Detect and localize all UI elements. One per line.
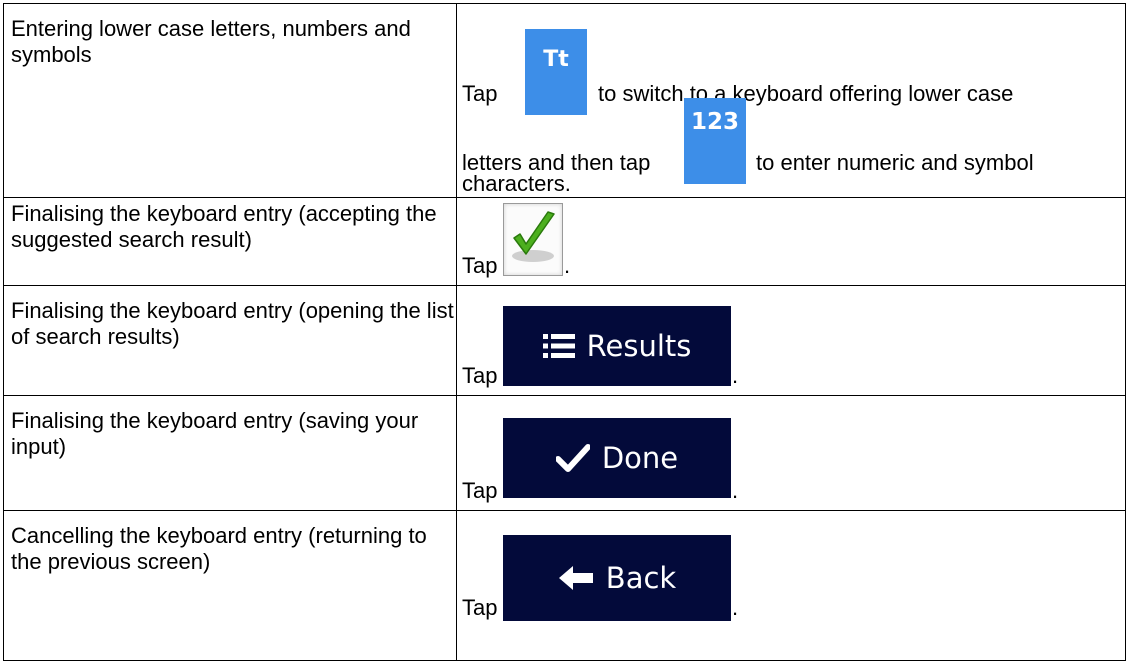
tap-text: Tap <box>462 478 498 503</box>
back-button: Back <box>503 535 731 621</box>
action-cell: Tap Done . <box>456 395 1126 511</box>
task-text: Entering lower case letters, numbers and… <box>11 16 411 67</box>
done-button: Done <box>503 418 731 498</box>
action-cell: Tap Results . <box>456 285 1126 396</box>
period-text: . <box>732 478 739 503</box>
task-text: Cancelling the keyboard entry (returning… <box>11 523 427 574</box>
tap-text: Tap <box>462 253 498 278</box>
done-label: Done <box>601 441 679 475</box>
results-button: Results <box>503 306 731 386</box>
action-cell: Tap Back . <box>456 510 1126 661</box>
check-icon <box>555 444 590 472</box>
case-key-label: Tt <box>543 47 569 72</box>
task-cell: Finalising the keyboard entry (accepting… <box>3 197 457 286</box>
task-cell: Cancelling the keyboard entry (returning… <box>3 510 457 661</box>
accept-key <box>503 203 563 276</box>
task-text: Finalising the keyboard entry (opening t… <box>11 298 454 349</box>
task-cell: Entering lower case letters, numbers and… <box>3 3 457 198</box>
instructions-table: Entering lower case letters, numbers and… <box>3 3 1126 661</box>
numeric-key-label: 123 <box>690 109 739 135</box>
action-cell: Tap . <box>456 197 1126 286</box>
arrow-left-icon <box>558 566 593 590</box>
checkmark-icon <box>512 211 555 262</box>
table-row: Entering lower case letters, numbers and… <box>3 3 1126 198</box>
task-text: Finalising the keyboard entry (accepting… <box>11 201 437 252</box>
table-row: Cancelling the keyboard entry (returning… <box>3 510 1126 661</box>
tap-text: Tap <box>462 363 498 388</box>
period-text: . <box>732 595 739 620</box>
table-row: Finalising the keyboard entry (accepting… <box>3 197 1126 286</box>
task-cell: Finalising the keyboard entry (opening t… <box>3 285 457 396</box>
action-text: characters. <box>462 171 571 196</box>
table-row: Finalising the keyboard entry (saving yo… <box>3 395 1126 511</box>
tap-text: Tap <box>462 81 498 106</box>
action-text: to enter numeric and symbol <box>756 150 1034 175</box>
task-cell: Finalising the keyboard entry (saving yo… <box>3 395 457 511</box>
back-label: Back <box>605 561 677 595</box>
numeric-key: 123 <box>684 98 746 184</box>
table-row: Finalising the keyboard entry (opening t… <box>3 285 1126 396</box>
action-text: to switch to a keyboard offering lower c… <box>598 81 1014 106</box>
results-label: Results <box>586 329 692 363</box>
tap-text: Tap <box>462 595 498 620</box>
period-text: . <box>732 363 739 388</box>
task-text: Finalising the keyboard entry (saving yo… <box>11 408 419 459</box>
list-icon <box>542 334 575 358</box>
action-cell: Tap Tt to switch to a keyboard offering … <box>456 3 1126 198</box>
period-text: . <box>564 253 571 278</box>
case-toggle-key: Tt <box>525 29 587 115</box>
